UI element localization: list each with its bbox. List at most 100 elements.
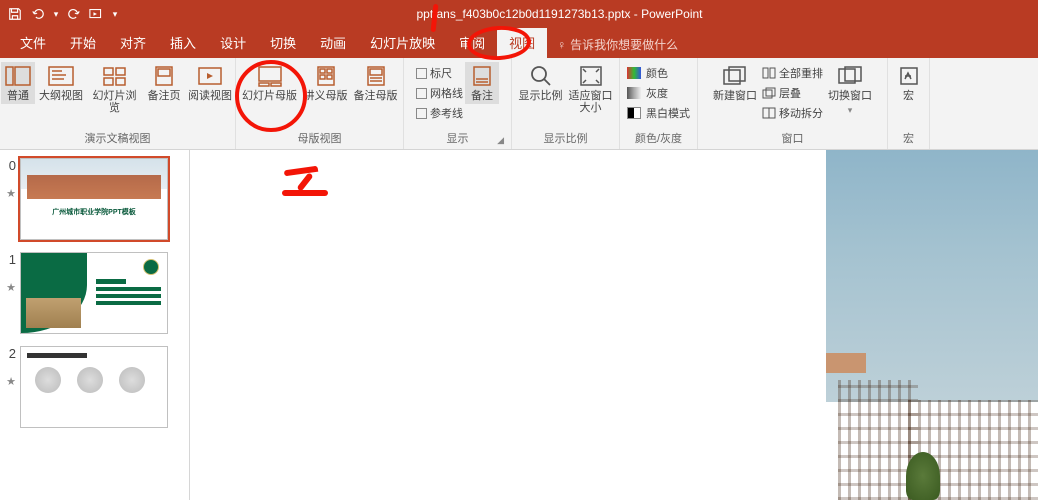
notes-button-label: 备注 (471, 90, 493, 102)
tell-me-icon: ♀ (557, 38, 566, 52)
ribbon: 普通 大纲视图 幻灯片浏览 备注页 阅读视图 演示文稿视图 (0, 58, 1038, 150)
thumbnail-row-1[interactable]: 1 ★ (0, 244, 189, 338)
gridlines-label: 网格线 (430, 85, 463, 101)
view-reading-label: 阅读视图 (188, 90, 232, 102)
tab-animations[interactable]: 动画 (308, 28, 358, 58)
dialog-launcher-icon[interactable]: ◢ (497, 135, 504, 146)
undo-icon[interactable] (27, 3, 49, 25)
bw-swatch-icon (627, 107, 641, 119)
qat-customize-icon[interactable]: ▾ (109, 3, 121, 25)
zoom-button[interactable]: 显示比例 (517, 62, 565, 104)
group-color-grayscale: 颜色 灰度 黑白模式 颜色/灰度 (620, 58, 698, 149)
guides-checkbox[interactable]: 参考线 (416, 104, 463, 122)
zoom-label: 显示比例 (519, 90, 563, 102)
main-slide-preview (826, 150, 1038, 500)
view-reading-button[interactable]: 阅读视图 (186, 62, 234, 104)
group-window: 新建窗口 全部重排 层叠 移动拆分 切换窗口 ▾ 窗口 (698, 58, 888, 149)
thumbnail-0[interactable]: 广州城市职业学院PPT模板 (20, 158, 168, 240)
title-bar: ▾ ▾ pptfans_f403b0c12b0d1191273b13.pptx … (0, 0, 1038, 28)
gridlines-checkbox[interactable]: 网格线 (416, 84, 463, 102)
thumbnail-star-icon: ★ (6, 187, 16, 200)
notes-button[interactable]: 备注 (465, 62, 499, 104)
new-window-label: 新建窗口 (713, 90, 757, 102)
annotation-digit-2 (282, 190, 328, 196)
notes-master-label: 备注母版 (354, 90, 398, 102)
group-presentation-views: 普通 大纲视图 幻灯片浏览 备注页 阅读视图 演示文稿视图 (0, 58, 236, 149)
blackwhite-label: 黑白模式 (646, 105, 690, 121)
group-macros: 宏 宏 (888, 58, 930, 149)
tab-transitions[interactable]: 切换 (258, 28, 308, 58)
cascade-label: 层叠 (779, 85, 801, 101)
grayscale-button[interactable]: 灰度 (627, 84, 690, 102)
fit-window-button[interactable]: 适应窗口大小 (567, 62, 615, 116)
tell-me[interactable]: ♀ 告诉我你想要做什么 (547, 31, 688, 58)
cascade-button[interactable]: 层叠 (762, 84, 823, 102)
group-zoom-label: 显示比例 (516, 128, 615, 149)
new-window-button[interactable]: 新建窗口 (710, 62, 760, 104)
switch-window-button[interactable]: 切换窗口 ▾ (825, 62, 875, 118)
macros-label: 宏 (903, 90, 914, 102)
view-outline-label: 大纲视图 (39, 90, 83, 102)
macros-button[interactable]: 宏 (892, 62, 926, 104)
ruler-checkbox[interactable]: 标尺 (416, 64, 463, 82)
checkbox-icon (416, 108, 427, 119)
thumbnail-row-0[interactable]: 0 ★ 广州城市职业学院PPT模板 (0, 150, 189, 244)
view-outline-button[interactable]: 大纲视图 (37, 62, 85, 104)
tab-slideshow[interactable]: 幻灯片放映 (358, 28, 447, 58)
workspace: 0 ★ 广州城市职业学院PPT模板 1 ★ 2 ★ (0, 150, 1038, 500)
menu-bar: 文件 开始 对齐 插入 设计 切换 动画 幻灯片放映 审阅 视图 ♀ 告诉我你想… (0, 28, 1038, 58)
view-normal-label: 普通 (7, 90, 29, 102)
color-button[interactable]: 颜色 (627, 64, 690, 82)
thumbnail-number: 0 (4, 158, 16, 173)
group-macros-label: 宏 (892, 128, 925, 149)
view-sorter-button[interactable]: 幻灯片浏览 (87, 62, 142, 116)
thumbnail-number: 1 (4, 252, 16, 267)
slide-edit-area[interactable] (190, 150, 1038, 500)
thumbnail-row-2[interactable]: 2 ★ (0, 338, 189, 432)
tab-file[interactable]: 文件 (8, 28, 58, 58)
tab-align[interactable]: 对齐 (108, 28, 158, 58)
undo-dropdown-icon[interactable]: ▾ (50, 3, 62, 25)
switch-window-label: 切换窗口 (828, 90, 872, 102)
tab-home[interactable]: 开始 (58, 28, 108, 58)
color-swatch-icon (627, 67, 641, 79)
thumbnail-2[interactable] (20, 346, 168, 428)
thumbnail-1[interactable] (20, 252, 168, 334)
chevron-down-icon: ▾ (848, 104, 853, 116)
slide-thumbnail-panel[interactable]: 0 ★ 广州城市职业学院PPT模板 1 ★ 2 ★ (0, 150, 190, 500)
thumbnail-star-icon: ★ (6, 281, 16, 294)
notes-master-button[interactable]: 备注母版 (352, 62, 400, 104)
tab-design[interactable]: 设计 (208, 28, 258, 58)
slide-master-button[interactable]: 幻灯片母版 (240, 62, 300, 104)
tab-insert[interactable]: 插入 (158, 28, 208, 58)
start-from-beginning-icon[interactable] (86, 3, 108, 25)
tell-me-label: 告诉我你想要做什么 (570, 36, 678, 53)
ruler-label: 标尺 (430, 65, 452, 81)
group-show: 标尺 网格线 参考线 备注 显示◢ (404, 58, 512, 149)
blackwhite-button[interactable]: 黑白模式 (627, 104, 690, 122)
tab-review[interactable]: 审阅 (447, 28, 497, 58)
thumbnail-number: 2 (4, 346, 16, 361)
grayscale-swatch-icon (627, 87, 641, 99)
handout-master-label: 讲义母版 (304, 90, 348, 102)
arrange-all-button[interactable]: 全部重排 (762, 64, 823, 82)
group-color-grayscale-label: 颜色/灰度 (624, 128, 693, 149)
redo-icon[interactable] (63, 3, 85, 25)
thumbnail-0-caption: 广州城市职业学院PPT模板 (21, 207, 167, 217)
view-normal-button[interactable]: 普通 (1, 62, 35, 104)
arrange-all-label: 全部重排 (779, 65, 823, 81)
move-split-button[interactable]: 移动拆分 (762, 104, 823, 122)
group-master-views-label: 母版视图 (240, 128, 399, 149)
window-title: pptfans_f403b0c12b0d1191273b13.pptx - Po… (121, 7, 1038, 21)
thumbnail-star-icon: ★ (6, 375, 16, 388)
view-notes-page-button[interactable]: 备注页 (144, 62, 184, 104)
color-label: 颜色 (646, 65, 668, 81)
view-notes-page-label: 备注页 (148, 90, 181, 102)
save-icon[interactable] (4, 3, 26, 25)
group-show-label: 显示◢ (408, 128, 507, 149)
tab-view[interactable]: 视图 (497, 28, 547, 58)
handout-master-button[interactable]: 讲义母版 (302, 62, 350, 104)
slide-master-label: 幻灯片母版 (242, 90, 297, 102)
checkbox-icon (416, 68, 427, 79)
group-master-views: 幻灯片母版 讲义母版 备注母版 母版视图 (236, 58, 404, 149)
